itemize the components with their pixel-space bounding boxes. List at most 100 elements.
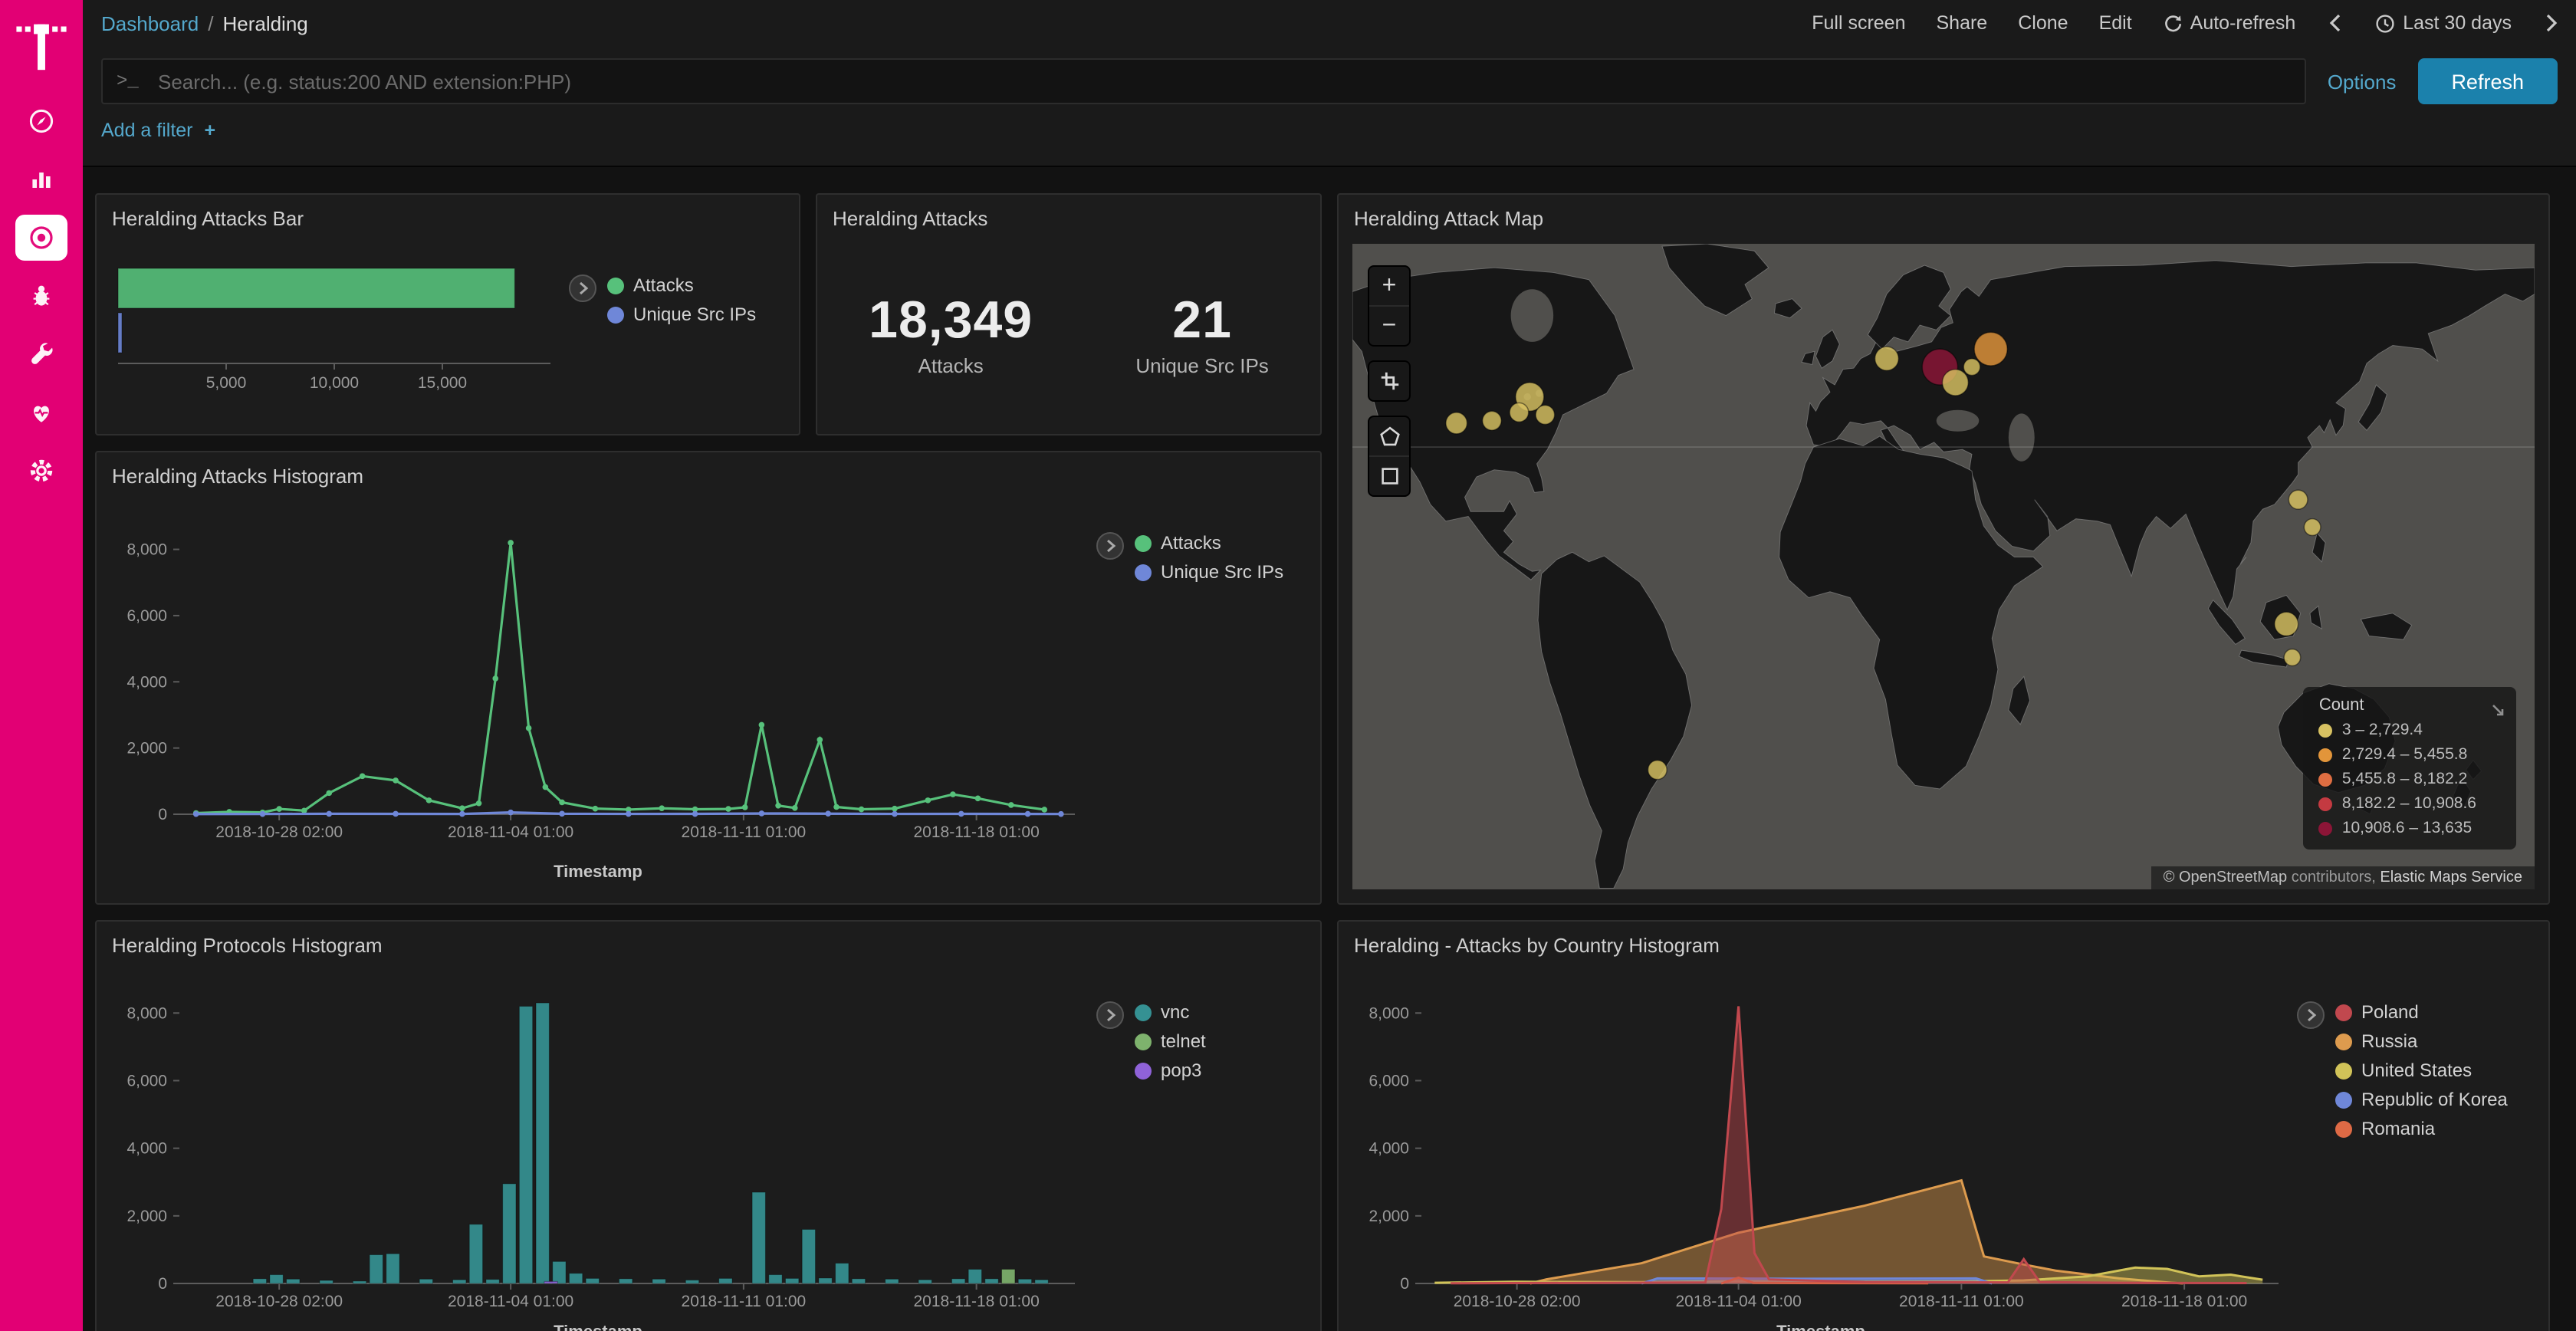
- ems-link[interactable]: Elastic Maps Service: [2380, 869, 2522, 886]
- metric-label: Unique Src IPs: [1135, 354, 1268, 377]
- svg-text:0: 0: [158, 1275, 167, 1293]
- sidebar-item-settings[interactable]: [0, 442, 83, 500]
- legend-item[interactable]: Russia: [2335, 1030, 2508, 1052]
- chevron-left-icon: [2329, 14, 2341, 32]
- time-range-button[interactable]: Last 30 days: [2375, 12, 2512, 34]
- svg-text:10,000: 10,000: [310, 374, 359, 392]
- legend-label: Unique Src IPs: [633, 304, 756, 325]
- legend-color-dot: [2319, 748, 2333, 761]
- country-histogram-chart[interactable]: 02,0004,0006,0008,0002018-10-28 02:00201…: [1351, 977, 2291, 1317]
- attacks-bar-chart[interactable]: 5,00010,00015,000: [115, 241, 557, 422]
- attack-location-circle[interactable]: [1942, 370, 1968, 396]
- svg-text:2,000: 2,000: [127, 740, 167, 758]
- attacks-histogram-chart[interactable]: 02,0004,0006,0008,0002018-10-28 02:00201…: [109, 514, 1087, 848]
- legend-collapse-button[interactable]: [1096, 1001, 1124, 1029]
- legend-item[interactable]: Republic of Korea: [2335, 1089, 2508, 1110]
- legend-item[interactable]: United States: [2335, 1060, 2508, 1081]
- legend-item[interactable]: pop3: [1135, 1060, 1206, 1081]
- legend-color-dot: [2335, 1091, 2352, 1108]
- legend-label: 8,182.2 – 10,908.6: [2342, 794, 2476, 813]
- attack-location-circle[interactable]: [1483, 411, 1502, 430]
- search-input[interactable]: [101, 58, 2306, 104]
- legend-collapse-button[interactable]: [1096, 532, 1124, 560]
- osm-link[interactable]: © OpenStreetMap: [2164, 869, 2288, 886]
- map-legend-item[interactable]: 8,182.2 – 10,908.6: [2319, 794, 2476, 813]
- legend-label: Republic of Korea: [2361, 1089, 2508, 1110]
- attack-location-circle[interactable]: [1536, 406, 1555, 425]
- panel-heralding-protocols-histogram: Heralding Protocols Histogram 02,0004,00…: [95, 920, 1322, 1331]
- attack-location-circle[interactable]: [2275, 612, 2298, 636]
- map-legend-item[interactable]: 3 – 2,729.4: [2319, 721, 2476, 739]
- svg-text:2018-11-04 01:00: 2018-11-04 01:00: [448, 823, 573, 841]
- legend-item[interactable]: Poland: [2335, 1001, 2508, 1023]
- sidebar-item-tools[interactable]: [0, 325, 83, 383]
- map-legend-item[interactable]: 10,908.6 – 13,635: [2319, 819, 2476, 837]
- polygon-filter-button[interactable]: [1369, 417, 1409, 455]
- svg-text:2,000: 2,000: [1368, 1208, 1409, 1225]
- edit-button[interactable]: Edit: [2099, 12, 2132, 34]
- attack-location-circle[interactable]: [1648, 761, 1668, 780]
- attack-location-circle[interactable]: [1875, 347, 1899, 370]
- map-controls: + −: [1368, 265, 1411, 511]
- attack-location-circle[interactable]: [1446, 412, 1467, 434]
- breadcrumb-separator: /: [208, 12, 213, 35]
- time-back-button[interactable]: [2326, 11, 2344, 35]
- search-bar: >_ Options Refresh: [83, 46, 2576, 117]
- rectangle-filter-button[interactable]: [1369, 455, 1409, 495]
- svg-text:8,000: 8,000: [127, 541, 167, 559]
- attack-location-circle[interactable]: [2304, 519, 2321, 536]
- attack-location-circle[interactable]: [1974, 332, 2007, 366]
- refresh-button[interactable]: Refresh: [2417, 58, 2558, 104]
- legend-item[interactable]: Unique Src IPs: [1135, 561, 1283, 583]
- legend-item[interactable]: Unique Src IPs: [607, 304, 756, 325]
- legend-collapse-button[interactable]: [2297, 1001, 2325, 1029]
- breadcrumb-dashboard[interactable]: Dashboard: [101, 12, 199, 35]
- svg-text:2018-11-18 01:00: 2018-11-18 01:00: [2121, 1293, 2247, 1310]
- telekom-logo[interactable]: [0, 0, 83, 92]
- heart-pulse-icon: [28, 399, 55, 426]
- full-screen-button[interactable]: Full screen: [1812, 12, 1905, 34]
- panel-heralding-attacks-bar: Heralding Attacks Bar 5,00010,00015,000 …: [95, 193, 800, 435]
- chevron-right-icon: [2305, 1007, 2316, 1023]
- attack-location-circle[interactable]: [1510, 403, 1529, 422]
- legend-item[interactable]: Attacks: [607, 274, 756, 296]
- sidebar-item-visualize[interactable]: [0, 150, 83, 209]
- sidebar-item-dashboards[interactable]: [0, 209, 83, 267]
- panel-attacks-by-country-histogram: Heralding - Attacks by Country Histogram…: [1337, 920, 2550, 1331]
- zoom-in-button[interactable]: +: [1369, 267, 1409, 305]
- sidebar-item-discover[interactable]: [0, 92, 83, 150]
- protocols-histogram-chart[interactable]: 02,0004,0006,0008,0002018-10-28 02:00201…: [109, 977, 1087, 1317]
- fit-bounds-button[interactable]: [1369, 362, 1409, 400]
- legend-label: United States: [2361, 1060, 2472, 1081]
- auto-refresh-button[interactable]: Auto-refresh: [2163, 12, 2296, 34]
- zoom-out-button[interactable]: −: [1369, 305, 1409, 345]
- crop-icon: [1378, 370, 1401, 393]
- world-map[interactable]: + −: [1352, 244, 2535, 889]
- chevron-right-icon: [1105, 538, 1116, 554]
- legend-color-dot: [1135, 564, 1152, 580]
- legend-item[interactable]: Attacks: [1135, 532, 1283, 554]
- clone-button[interactable]: Clone: [2018, 12, 2068, 34]
- map-legend: Count 3 – 2,729.42,729.4 – 5,455.85,455.…: [2304, 687, 2516, 850]
- bug-icon: [28, 282, 55, 310]
- sidebar-item-health[interactable]: [0, 383, 83, 442]
- attack-location-circle[interactable]: [2288, 490, 2308, 509]
- legend-collapse-button[interactable]: [569, 274, 596, 302]
- metric-row: 18,349 Attacks 21 Unique Src IPs: [817, 235, 1320, 434]
- legend-item[interactable]: vnc: [1135, 1001, 1206, 1023]
- legend-item[interactable]: Romania: [2335, 1118, 2508, 1139]
- add-filter-link[interactable]: Add a filter: [101, 120, 193, 141]
- map-legend-item[interactable]: 5,455.8 – 8,182.2: [2319, 770, 2476, 788]
- options-link[interactable]: Options: [2328, 70, 2397, 93]
- attack-location-circle[interactable]: [1963, 359, 1980, 376]
- legend-item[interactable]: telnet: [1135, 1030, 1206, 1052]
- share-button[interactable]: Share: [1937, 12, 1988, 34]
- map-legend-item[interactable]: 2,729.4 – 5,455.8: [2319, 745, 2476, 764]
- legend-collapse-arrow-icon[interactable]: [2490, 698, 2505, 725]
- legend-color-dot: [607, 277, 624, 294]
- sidebar-item-attacks[interactable]: [0, 267, 83, 325]
- legend-color-dot: [2335, 1120, 2352, 1137]
- time-forward-button[interactable]: [2542, 11, 2561, 35]
- add-filter-plus-icon[interactable]: +: [205, 120, 216, 141]
- attack-location-circle[interactable]: [2284, 649, 2301, 666]
